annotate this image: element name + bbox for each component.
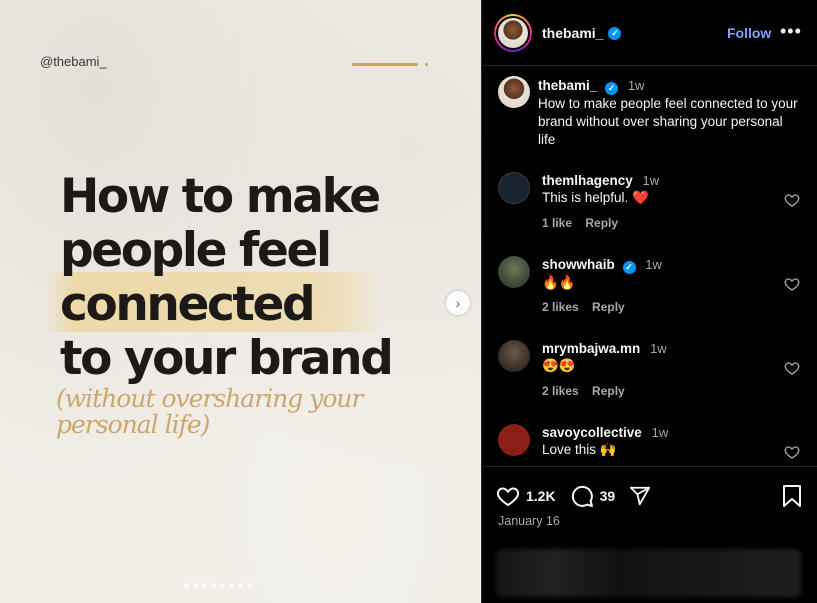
carousel-dot	[238, 583, 243, 588]
comment-text: 🔥🔥	[542, 275, 576, 290]
comment-body: showwhaib ✓ 1w 🔥🔥	[542, 256, 782, 291]
subhead-line: (without oversharing your	[56, 384, 363, 413]
post-image: @thebami_ How to make people feel connec…	[0, 0, 481, 603]
comment-text: This is helpful. ❤️	[542, 190, 649, 205]
heart-icon[interactable]	[784, 444, 800, 460]
commenter-avatar[interactable]	[498, 256, 530, 288]
author-username-text[interactable]: thebami_	[542, 25, 603, 41]
carousel-dot	[202, 583, 207, 588]
like-action[interactable]: 1.2K	[496, 484, 556, 508]
comments-list[interactable]: thebami_ ✓ 1w How to make people feel co…	[482, 66, 817, 466]
share-action[interactable]	[629, 485, 651, 507]
image-handle: @thebami_	[40, 54, 107, 69]
heart-icon[interactable]	[784, 192, 800, 208]
reply-button[interactable]: Reply	[592, 384, 625, 398]
verified-badge-icon: ✓	[605, 81, 619, 95]
author-avatar[interactable]	[494, 14, 532, 52]
like-count[interactable]: 1.2K	[526, 488, 556, 504]
heart-icon[interactable]	[496, 484, 520, 508]
carousel-dot	[220, 583, 225, 588]
comment-time[interactable]: 1w	[650, 341, 667, 356]
commenter-avatar[interactable]	[498, 340, 530, 372]
comment-item: showwhaib ✓ 1w 🔥🔥 2 likes Reply	[498, 256, 808, 336]
comment-meta: 2 likes Reply	[542, 384, 625, 398]
carousel-dots	[184, 583, 252, 588]
accent-dot	[425, 63, 428, 66]
comment-likes[interactable]: 1 like	[542, 216, 572, 230]
comment-time[interactable]: 1w	[645, 257, 662, 272]
comment-count[interactable]: 39	[600, 488, 616, 504]
accent-line	[352, 63, 418, 66]
heart-icon[interactable]	[784, 276, 800, 292]
caption-body: thebami_ ✓ 1w How to make people feel co…	[538, 77, 798, 149]
comment-icon[interactable]	[570, 484, 594, 508]
comment-time[interactable]: 1w	[643, 173, 660, 188]
carousel-dot	[229, 583, 234, 588]
comment-body: mrymbajwa.mn 1w 😍😍	[542, 340, 782, 374]
comment-meta: 2 likes Reply	[542, 300, 625, 314]
heart-icon[interactable]	[784, 360, 800, 376]
comment-meta: 1 like Reply	[542, 216, 618, 230]
comment-username[interactable]: savoycollective	[542, 425, 642, 440]
reply-button[interactable]: Reply	[592, 300, 625, 314]
headline-line: How to make	[60, 169, 381, 224]
chevron-right-icon: ›	[455, 295, 461, 311]
more-options-icon[interactable]: •••	[780, 21, 802, 42]
post-side-panel: thebami_ ✓ Follow ••• thebami_ ✓ 1w How …	[481, 0, 817, 603]
caption-avatar[interactable]	[498, 76, 530, 108]
carousel-next-button[interactable]: ›	[446, 291, 470, 315]
image-headline: How to make people feel connected to you…	[60, 170, 460, 386]
caption-text: How to make people feel connected to you…	[538, 96, 798, 147]
comment-action[interactable]: 39	[570, 484, 616, 508]
comment-item: mrymbajwa.mn 1w 😍😍 2 likes Reply	[498, 340, 808, 420]
caption-username[interactable]: thebami_	[538, 78, 597, 93]
blurred-comment-input-area	[496, 549, 801, 597]
verified-badge-icon: ✓	[622, 261, 636, 274]
reply-button[interactable]: Reply	[585, 216, 618, 230]
follow-button[interactable]: Follow	[727, 25, 771, 41]
commenter-avatar[interactable]	[498, 424, 530, 456]
post-header: thebami_ ✓ Follow •••	[482, 0, 817, 66]
share-icon[interactable]	[629, 485, 651, 507]
comment-time[interactable]: 1w	[652, 425, 669, 440]
post-actions: 1.2K 39 January 16	[482, 466, 817, 603]
bookmark-icon[interactable]	[781, 484, 803, 508]
comment-item: savoycollective 1w Love this 🙌	[498, 424, 808, 466]
headline-line: connected	[60, 277, 316, 332]
verified-badge-icon: ✓	[608, 26, 622, 40]
subhead-line: personal life)	[56, 410, 210, 439]
carousel-dot	[193, 583, 198, 588]
comment-text: 😍😍	[542, 358, 576, 373]
action-row: 1.2K 39	[496, 484, 665, 508]
author-username[interactable]: thebami_ ✓	[542, 25, 622, 41]
commenter-avatar[interactable]	[498, 172, 530, 204]
comment-body: savoycollective 1w Love this 🙌	[542, 424, 782, 458]
headline-line: to your brand	[60, 331, 394, 386]
headline-line: people feel	[60, 223, 332, 278]
comment-likes[interactable]: 2 likes	[542, 384, 579, 398]
comment-body: themlhagency 1w This is helpful. ❤️	[542, 172, 782, 206]
carousel-dot	[247, 583, 252, 588]
comment-likes[interactable]: 2 likes	[542, 300, 579, 314]
carousel-dot	[211, 583, 216, 588]
image-subhead: (without oversharing your personal life)	[56, 386, 436, 438]
comment-username[interactable]: themlhagency	[542, 173, 633, 188]
caption-time[interactable]: 1w	[628, 78, 645, 93]
comment-username[interactable]: showwhaib	[542, 257, 615, 272]
carousel-dot	[184, 583, 189, 588]
comment-item: themlhagency 1w This is helpful. ❤️ 1 li…	[498, 172, 808, 252]
comment-text: Love this 🙌	[542, 442, 617, 457]
comment-username[interactable]: mrymbajwa.mn	[542, 341, 640, 356]
post-date[interactable]: January 16	[498, 514, 560, 528]
